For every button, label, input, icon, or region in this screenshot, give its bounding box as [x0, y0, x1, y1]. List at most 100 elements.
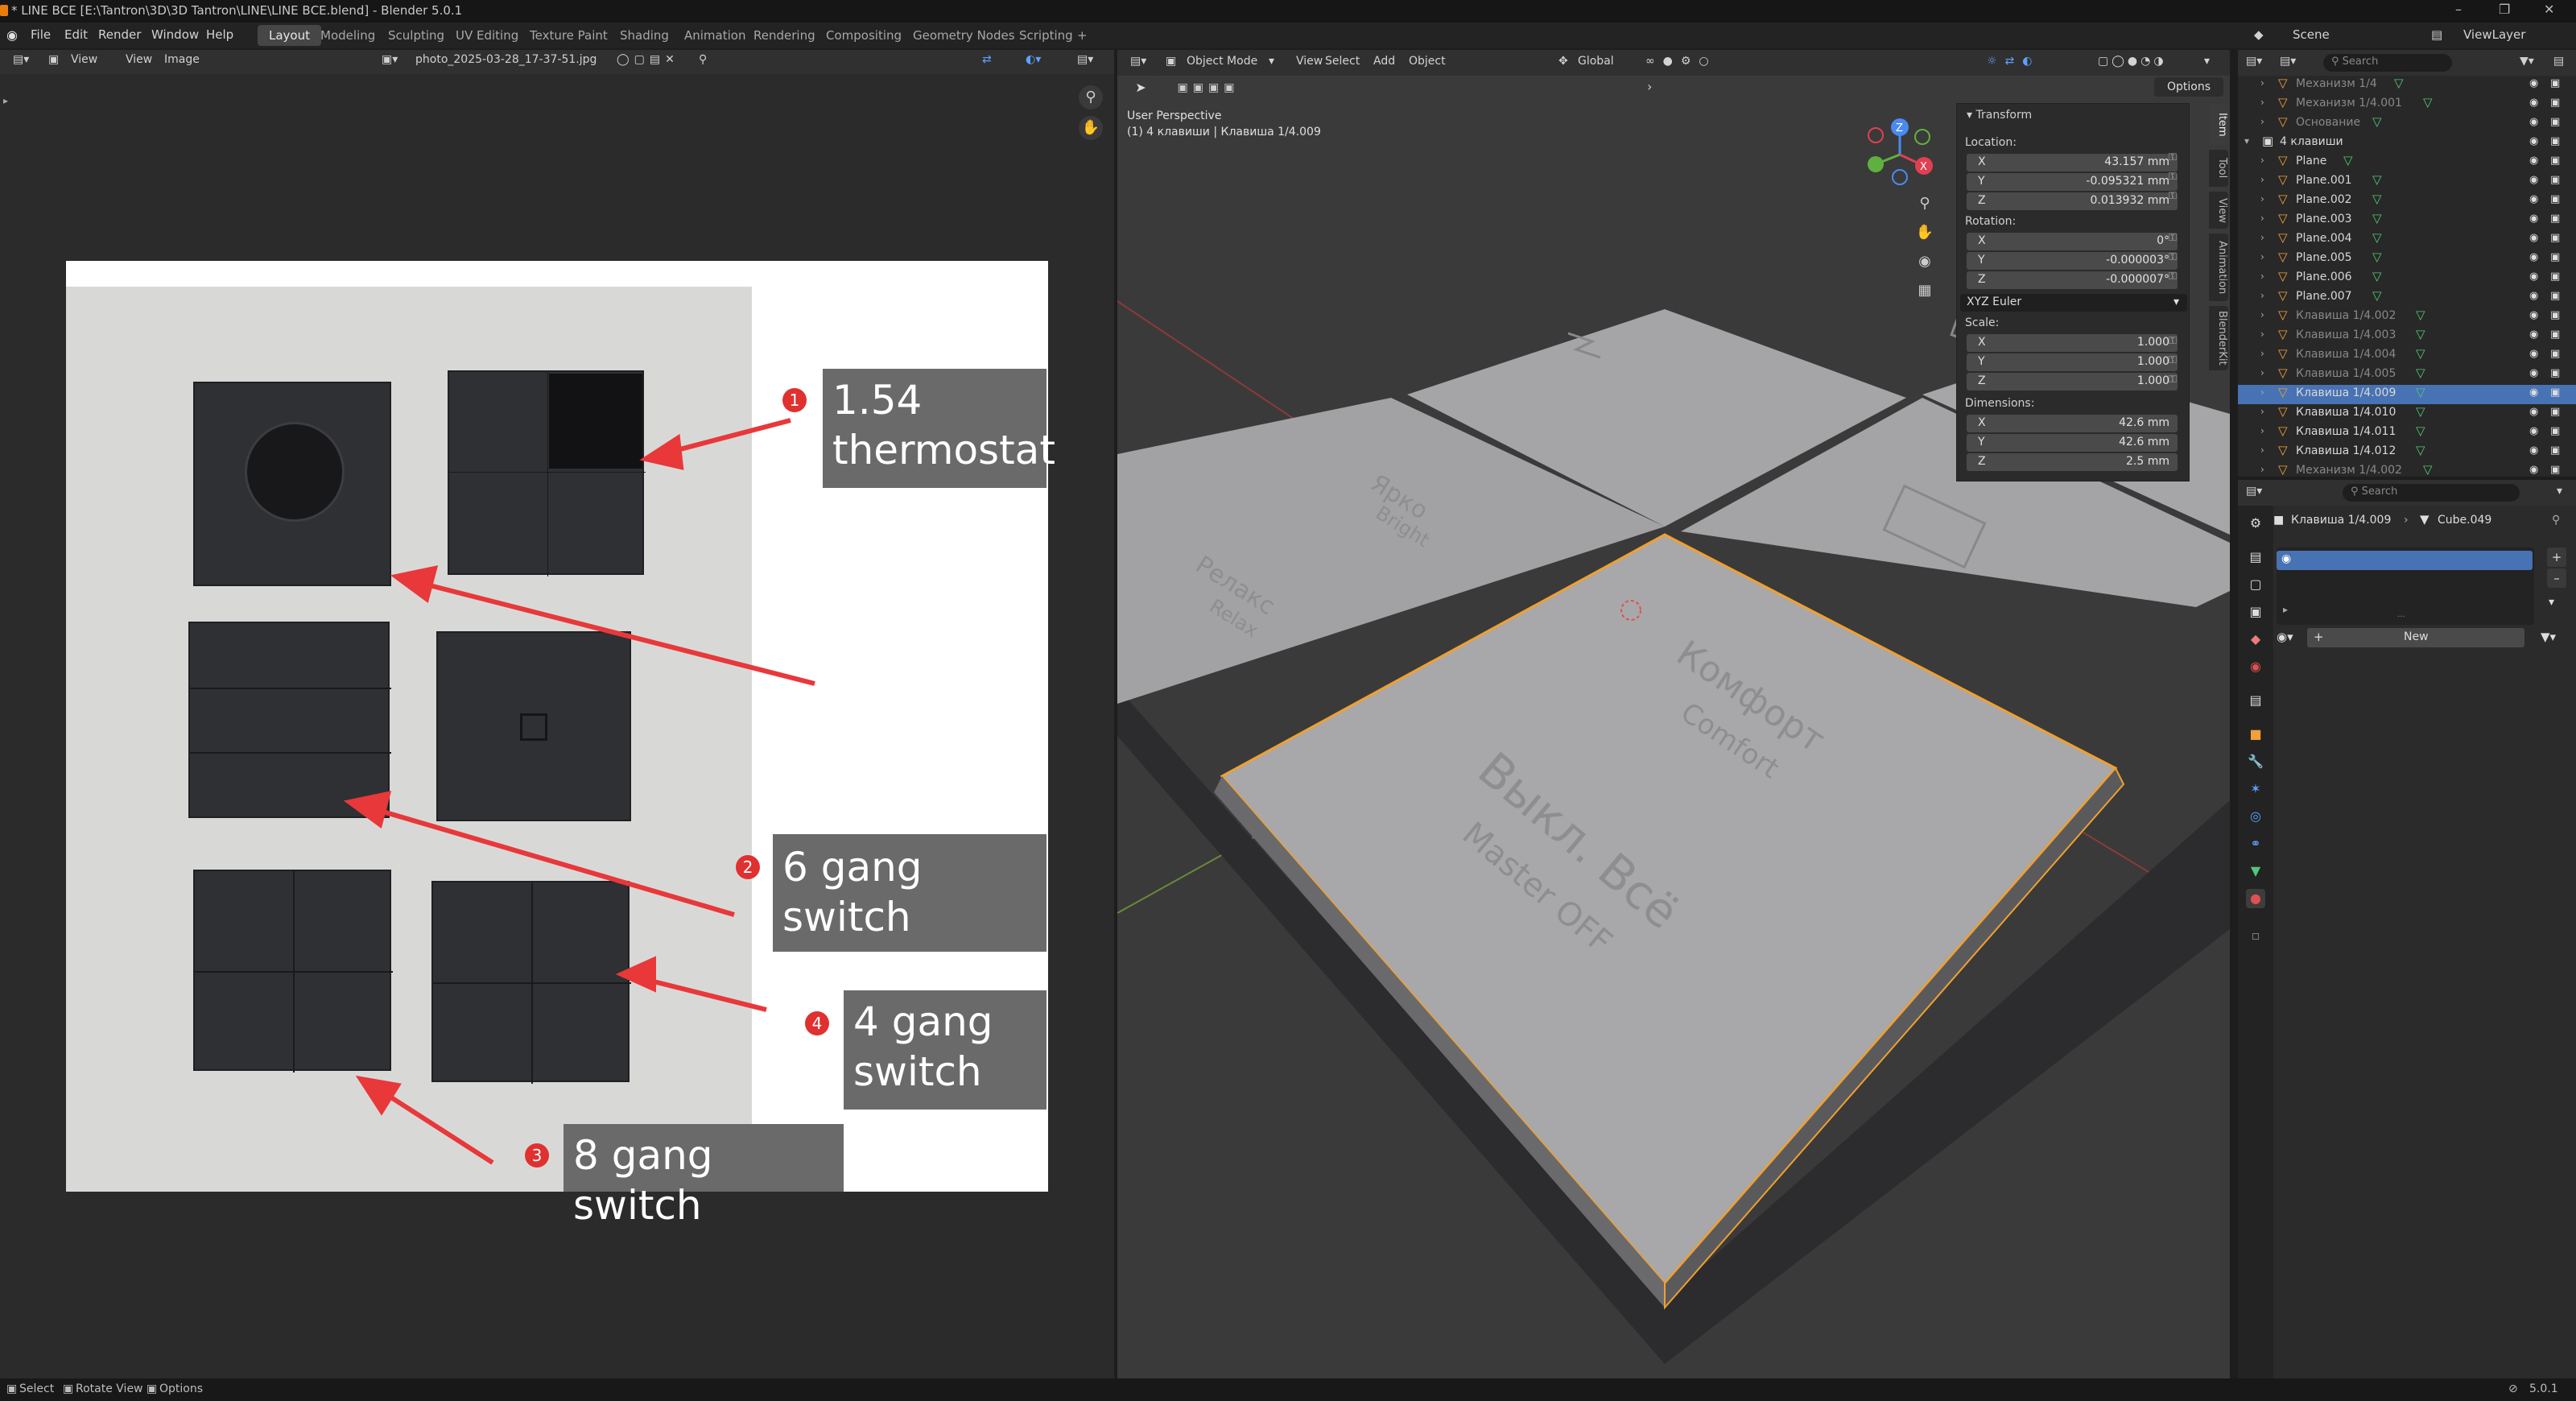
outliner-row[interactable]: › ▽ Механизм 1/4 ▽ ◉ ▣ [2238, 76, 2576, 95]
expand-arrow-icon[interactable]: › [2260, 213, 2264, 224]
tab-compositing[interactable]: Compositing [815, 25, 913, 46]
visibility-icon[interactable]: ☼⇄◐ [1987, 55, 2041, 68]
render-camera-icon[interactable]: ▣ [2550, 116, 2560, 128]
visibility-eye-icon[interactable]: ◉ [2529, 116, 2538, 128]
visibility-eye-icon[interactable]: ◉ [2529, 77, 2538, 89]
scale-x-field[interactable]: X 1.000 [1967, 334, 2178, 352]
mesh-data-icon[interactable]: ▽ [2416, 443, 2425, 457]
expand-arrow-icon[interactable]: › [2260, 367, 2264, 378]
expand-arrow-icon[interactable]: › [2260, 444, 2264, 456]
outliner-row[interactable]: › ▽ Plane.003 ▽ ◉ ▣ [2238, 211, 2576, 230]
new-collection-icon[interactable]: ▤ [2553, 55, 2564, 68]
expand-arrow-icon[interactable]: › [2260, 348, 2264, 359]
outliner-collection-row[interactable]: ▾ ▣ 4 клавиши ◉ ▣ [2238, 134, 2576, 153]
location-x-field[interactable]: X 43.157 mm [1967, 154, 2178, 172]
expand-arrow-icon[interactable]: › [2260, 464, 2264, 475]
menu-file[interactable]: File [31, 27, 51, 42]
view-mode-menu[interactable]: View [71, 53, 97, 66]
snap-tools-icon[interactable]: ∞●⚙○ [1645, 55, 1717, 68]
new-material-button[interactable]: + New [2307, 628, 2524, 647]
menu-view[interactable]: View [126, 53, 152, 66]
scene-name[interactable]: Scene [2293, 27, 2330, 42]
tab-uv-editing[interactable]: UV Editing [444, 25, 530, 46]
render-camera-icon[interactable]: ▣ [2550, 271, 2560, 283]
visibility-eye-icon[interactable]: ◉ [2529, 213, 2538, 225]
tab-rendering[interactable]: Rendering [742, 25, 827, 46]
outliner-row[interactable]: › ▽ Основание ▽ ◉ ▣ [2238, 114, 2576, 134]
lock-icon[interactable]: ⚿ [2169, 187, 2177, 206]
visibility-eye-icon[interactable]: ◉ [2529, 329, 2538, 341]
shading-options-icon[interactable]: ▾ [2204, 55, 2210, 68]
mesh-data-icon[interactable]: ▽ [2372, 288, 2382, 303]
outliner-row[interactable]: › ▽ Клавиша 1/4.003 ▽ ◉ ▣ [2238, 327, 2576, 346]
expand-arrow-icon[interactable]: › [2260, 425, 2264, 436]
location-y-field[interactable]: Y -0.095321 mm [1967, 173, 2178, 191]
render-camera-icon[interactable]: ▣ [2550, 425, 2560, 437]
close-icon[interactable]: ✕ [2544, 2, 2554, 17]
outliner-row[interactable]: › ▽ Клавиша 1/4.009 ▽ ◉ ▣ [2238, 385, 2576, 404]
slot-expand-icon[interactable]: ▸ [2283, 604, 2288, 615]
maximize-icon[interactable]: ❐ [2499, 2, 2510, 17]
scene-icon[interactable]: ◆ [2254, 27, 2264, 42]
tab-view[interactable]: View [2209, 192, 2228, 229]
image-actions-icon[interactable]: ◯▢▤✕ [617, 53, 679, 66]
editor-type-icon[interactable]: ▤▾ [1130, 55, 1146, 68]
image-view-icon[interactable]: ▣ [48, 53, 59, 66]
rotation-y-field[interactable]: Y -0.000003° [1967, 252, 2178, 270]
mesh-data-icon[interactable]: ▽ [2372, 211, 2382, 225]
mesh-data-icon[interactable]: ▽ [2416, 327, 2425, 341]
tab-texture-paint[interactable]: Texture Paint [518, 25, 619, 46]
physics-tab-icon[interactable]: ◎ [2246, 807, 2265, 826]
object-tab-icon[interactable]: ■ [2246, 725, 2265, 744]
outliner-row[interactable]: › ▽ Plane.002 ▽ ◉ ▣ [2238, 192, 2576, 211]
visibility-eye-icon[interactable]: ◉ [2529, 464, 2538, 476]
outliner-row[interactable]: › ▽ Механизм 1/4.001 ▽ ◉ ▣ [2238, 95, 2576, 114]
tab-modeling[interactable]: Modeling [309, 25, 386, 46]
world-tab-icon[interactable]: ◉ [2246, 657, 2265, 676]
transform-header[interactable]: ▾ Transform [1967, 109, 2032, 122]
blender-menu-icon[interactable]: ◉ [6, 27, 18, 43]
outliner-row[interactable]: › ▽ Механизм 1/4.002 ▽ ◉ ▣ [2238, 462, 2576, 481]
pin-icon[interactable]: ⚲ [2552, 514, 2560, 527]
render-camera-icon[interactable]: ▣ [2550, 232, 2560, 244]
mesh-data-icon[interactable]: ▽ [2343, 153, 2353, 167]
outliner-row[interactable]: › ▽ Клавиша 1/4.004 ▽ ◉ ▣ [2238, 346, 2576, 366]
orientation-dropdown[interactable]: Global [1578, 55, 1614, 68]
render-tab-icon[interactable]: ▤ [2246, 548, 2265, 567]
zoom-icon[interactable]: ⚲ [1079, 85, 1103, 110]
output-tab-icon[interactable]: ▢ [2246, 575, 2265, 594]
location-z-field[interactable]: Z 0.013932 mm [1967, 192, 2178, 210]
pin-icon[interactable]: ⚲ [699, 53, 707, 66]
overlay-icon[interactable]: ◐▾ [1026, 53, 1041, 66]
visibility-eye-icon[interactable]: ◉ [2529, 271, 2538, 283]
menu-render[interactable]: Render [98, 27, 141, 42]
lock-icon[interactable]: ⚿ [2169, 267, 2177, 287]
shading-modes-icon[interactable]: ▢◯●◔◑ [2098, 55, 2167, 68]
render-camera-icon[interactable]: ▣ [2550, 290, 2560, 302]
visibility-eye-icon[interactable]: ◉ [2529, 309, 2538, 321]
mesh-data-icon[interactable]: ▽ [2416, 404, 2425, 419]
slot-specials-icon[interactable]: ▾ [2549, 596, 2554, 609]
pan-hand-icon[interactable]: ✋ [1079, 116, 1103, 140]
zoom-icon[interactable]: ⚲ [1913, 192, 1937, 216]
render-camera-icon[interactable]: ▣ [2550, 77, 2560, 89]
mesh-data-icon[interactable]: ▽ [2423, 95, 2433, 110]
modifier-tab-icon[interactable]: 🔧 [2246, 752, 2265, 771]
particles-tab-icon[interactable]: ✶ [2246, 779, 2265, 799]
expand-arrow-icon[interactable]: › [2260, 193, 2264, 205]
tab-shading[interactable]: Shading [609, 25, 680, 46]
collection-tab-icon[interactable]: ▤ [2246, 691, 2265, 710]
visibility-eye-icon[interactable]: ◉ [2529, 425, 2538, 437]
outliner-row[interactable]: › ▽ Plane ▽ ◉ ▣ [2238, 153, 2576, 172]
ortho-grid-icon[interactable]: ▦ [1913, 279, 1937, 303]
menu-window[interactable]: Window [151, 27, 199, 42]
add-workspace-icon[interactable]: + [1072, 25, 1092, 46]
visibility-eye-icon[interactable]: ◉ [2529, 174, 2538, 186]
menu-edit[interactable]: Edit [64, 27, 88, 42]
toolbar-expand-icon[interactable]: ▸ [3, 95, 8, 106]
visibility-eye-icon[interactable]: ◉ [2529, 290, 2538, 302]
outliner-row[interactable]: › ▽ Клавиша 1/4.002 ▽ ◉ ▣ [2238, 308, 2576, 327]
tab-item[interactable]: Item [2209, 105, 2228, 145]
lock-icon[interactable]: ⚿ [2169, 351, 2177, 370]
menu-select[interactable]: Select [1325, 55, 1360, 68]
